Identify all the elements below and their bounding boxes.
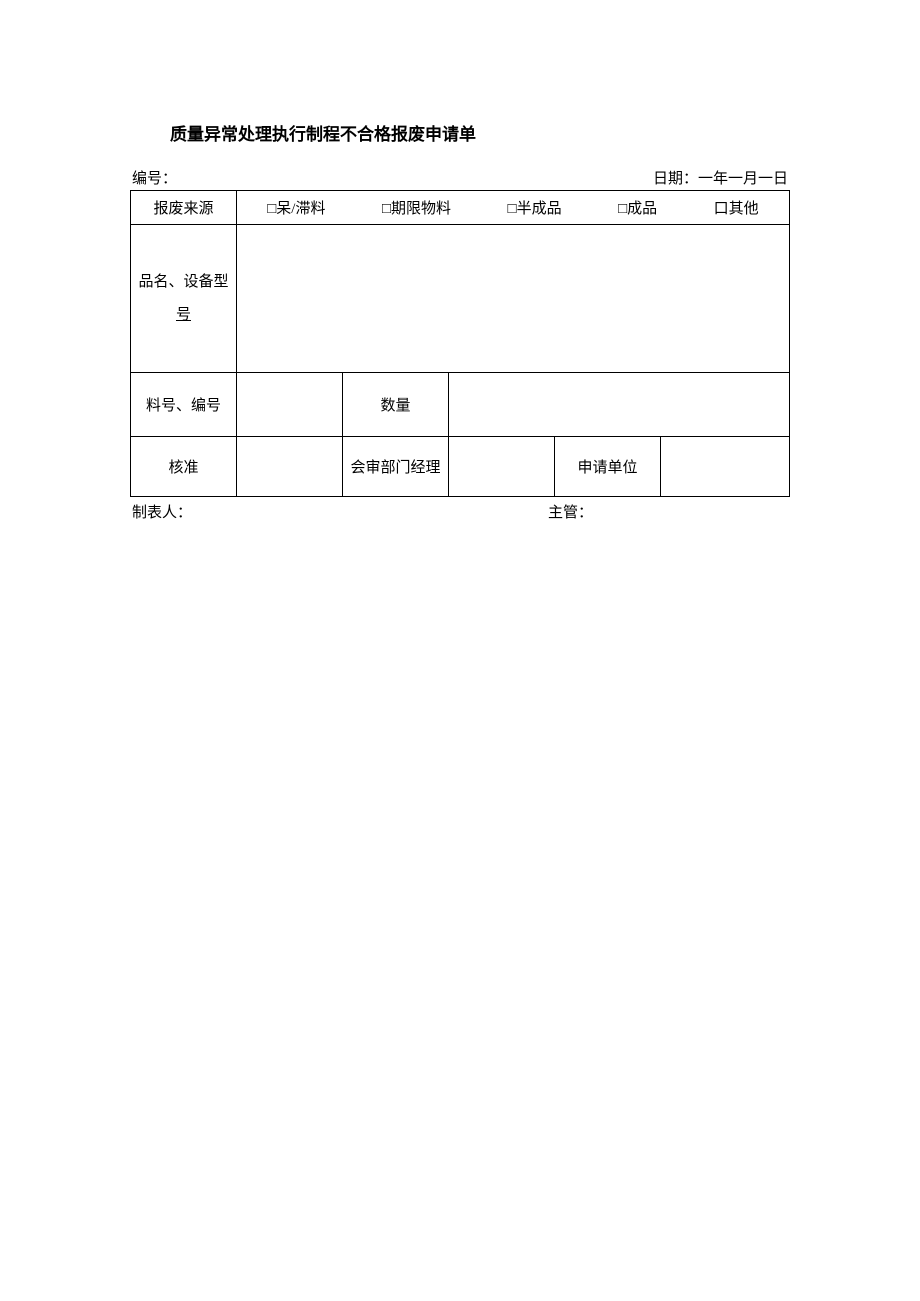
form-table: 报废来源 □呆/滞料 □期限物料 □半成品 □成品 口其他 品名、设备型 号 bbox=[130, 190, 790, 497]
name-value-cell[interactable] bbox=[237, 225, 790, 373]
dept-value-cell[interactable] bbox=[449, 437, 555, 497]
approve-value-cell[interactable] bbox=[237, 437, 343, 497]
qty-label-cell: 数量 bbox=[343, 373, 449, 437]
approve-label-cell: 核准 bbox=[131, 437, 237, 497]
opt-other: 口其他 bbox=[714, 197, 759, 218]
name-label-line2: 号 bbox=[176, 307, 191, 323]
part-value-cell[interactable] bbox=[237, 373, 343, 437]
qty-value-cell[interactable] bbox=[449, 373, 790, 437]
unit-value-cell[interactable] bbox=[661, 437, 790, 497]
unit-label-cell: 申请单位 bbox=[555, 437, 661, 497]
supervisor-label: 主管： bbox=[548, 501, 788, 522]
name-label-line1: 品名、设备型 bbox=[138, 274, 228, 290]
date-label: 日期：一年一月一日 bbox=[653, 167, 788, 188]
dept-label-cell: 会审部门经理 bbox=[343, 437, 449, 497]
preparer-label: 制表人： bbox=[132, 501, 548, 522]
footer-row: 制表人： 主管： bbox=[130, 497, 790, 522]
row-approval: 核准 会审部门经理 申请单位 bbox=[131, 437, 790, 497]
opt-stagnant: □呆/滞料 bbox=[267, 197, 325, 218]
source-options-cell: □呆/滞料 □期限物料 □半成品 □成品 口其他 bbox=[237, 191, 790, 225]
part-label-cell: 料号、编号 bbox=[131, 373, 237, 437]
form-title: 质量异常处理执行制程不合格报废申请单 bbox=[130, 120, 790, 145]
opt-expired: □期限物料 bbox=[382, 197, 451, 218]
opt-semi: □半成品 bbox=[508, 197, 562, 218]
row-scrap-source: 报废来源 □呆/滞料 □期限物料 □半成品 □成品 口其他 bbox=[131, 191, 790, 225]
name-label-cell: 品名、设备型 号 bbox=[131, 225, 237, 373]
row-product-name: 品名、设备型 号 bbox=[131, 225, 790, 373]
source-label-cell: 报废来源 bbox=[131, 191, 237, 225]
header-row: 编号： 日期：一年一月一日 bbox=[130, 167, 790, 190]
row-part-number: 料号、编号 数量 bbox=[131, 373, 790, 437]
serial-label: 编号： bbox=[132, 167, 177, 188]
opt-finished: □成品 bbox=[618, 197, 657, 218]
